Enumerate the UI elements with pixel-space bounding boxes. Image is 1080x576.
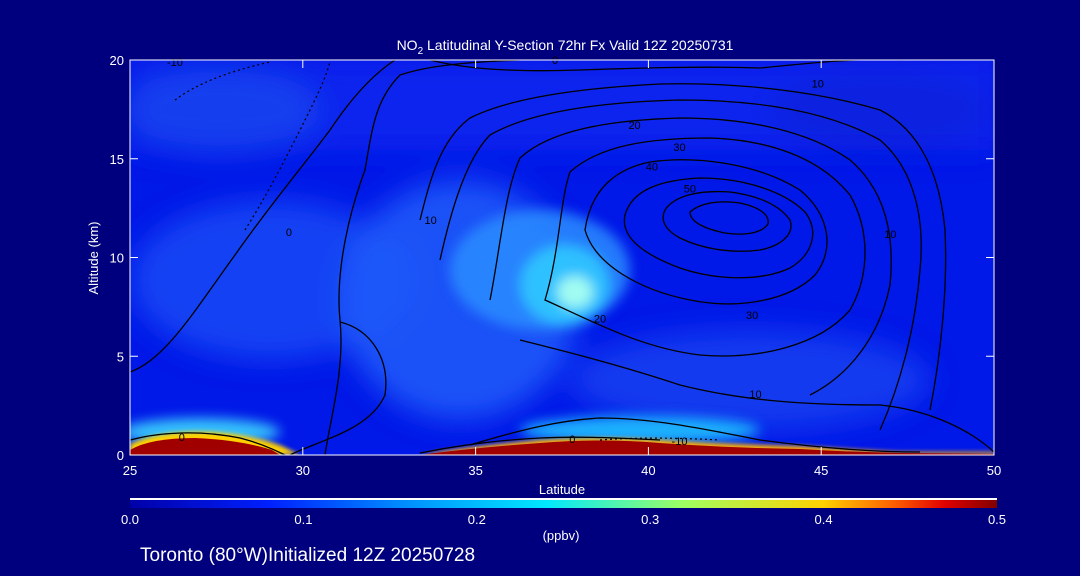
colorbar-tick-label: 0.5 (988, 512, 1006, 527)
colorbar (130, 500, 997, 508)
contour-label: 30 (673, 142, 685, 154)
colorbar-unit: (ppbv) (543, 528, 580, 543)
colorbar-tick-label: 0.2 (468, 512, 486, 527)
contour-label: 0 (286, 227, 292, 239)
contour-label: 10 (749, 389, 761, 401)
concentration-field (130, 60, 994, 455)
x-tick-label: 25 (123, 463, 137, 478)
contour-label: 40 (646, 162, 658, 174)
y-tick-label: 10 (110, 251, 124, 266)
contour-label: 10 (884, 229, 896, 241)
x-axis-label: Latitude (539, 482, 585, 497)
x-tick-label: 35 (468, 463, 482, 478)
x-tick-label: 50 (987, 463, 1001, 478)
chart-page: NO2 Latitudinal Y-Section 72hr Fx Valid … (0, 0, 1080, 576)
contour-label: 50 (684, 183, 696, 195)
title-suffix: Latitudinal Y-Section 72hr Fx Valid 12Z … (423, 37, 734, 53)
y-tick-label: 5 (117, 349, 124, 364)
contour-label: 0 (569, 434, 575, 446)
chart-title: NO2 Latitudinal Y-Section 72hr Fx Valid … (397, 37, 734, 57)
x-tick-label: 45 (814, 463, 828, 478)
colorbar-tick-label: 0.3 (641, 512, 659, 527)
contour-label: 0 (552, 55, 558, 67)
x-tick-label: 30 (296, 463, 310, 478)
colorbar-tick-label: 0.0 (121, 512, 139, 527)
footer-location: Toronto (80°W)Initialized 12Z 20250728 (140, 545, 475, 566)
title-prefix: NO (397, 37, 418, 53)
contour-label: 0 (179, 432, 185, 444)
y-tick-label: 15 (110, 152, 124, 167)
contour-label: -10 (167, 57, 183, 69)
colorbar-ticks: 0.0 0.1 0.2 0.3 0.4 0.5 (121, 512, 1006, 527)
plume-core (557, 276, 593, 308)
colorbar-tick-label: 0.4 (815, 512, 833, 527)
colorbar-white-line (130, 498, 997, 500)
x-tick-label: 40 (641, 463, 655, 478)
contour-label: 20 (594, 314, 606, 326)
contour-label: -10 (672, 436, 688, 448)
y-axis-label: Altitude (km) (86, 222, 101, 295)
colorbar-tick-label: 0.1 (294, 512, 312, 527)
y-tick-label: 0 (117, 448, 124, 463)
y-tick-label: 20 (110, 53, 124, 68)
contour-label: 10 (425, 215, 437, 227)
contour-label: 20 (628, 120, 640, 132)
contour-label: 10 (812, 79, 824, 91)
field-patch-top-left (130, 65, 320, 155)
field-patch-right-low (570, 330, 930, 430)
contour-label: 30 (746, 310, 758, 322)
chart-svg: NO2 Latitudinal Y-Section 72hr Fx Valid … (86, 37, 1006, 566)
